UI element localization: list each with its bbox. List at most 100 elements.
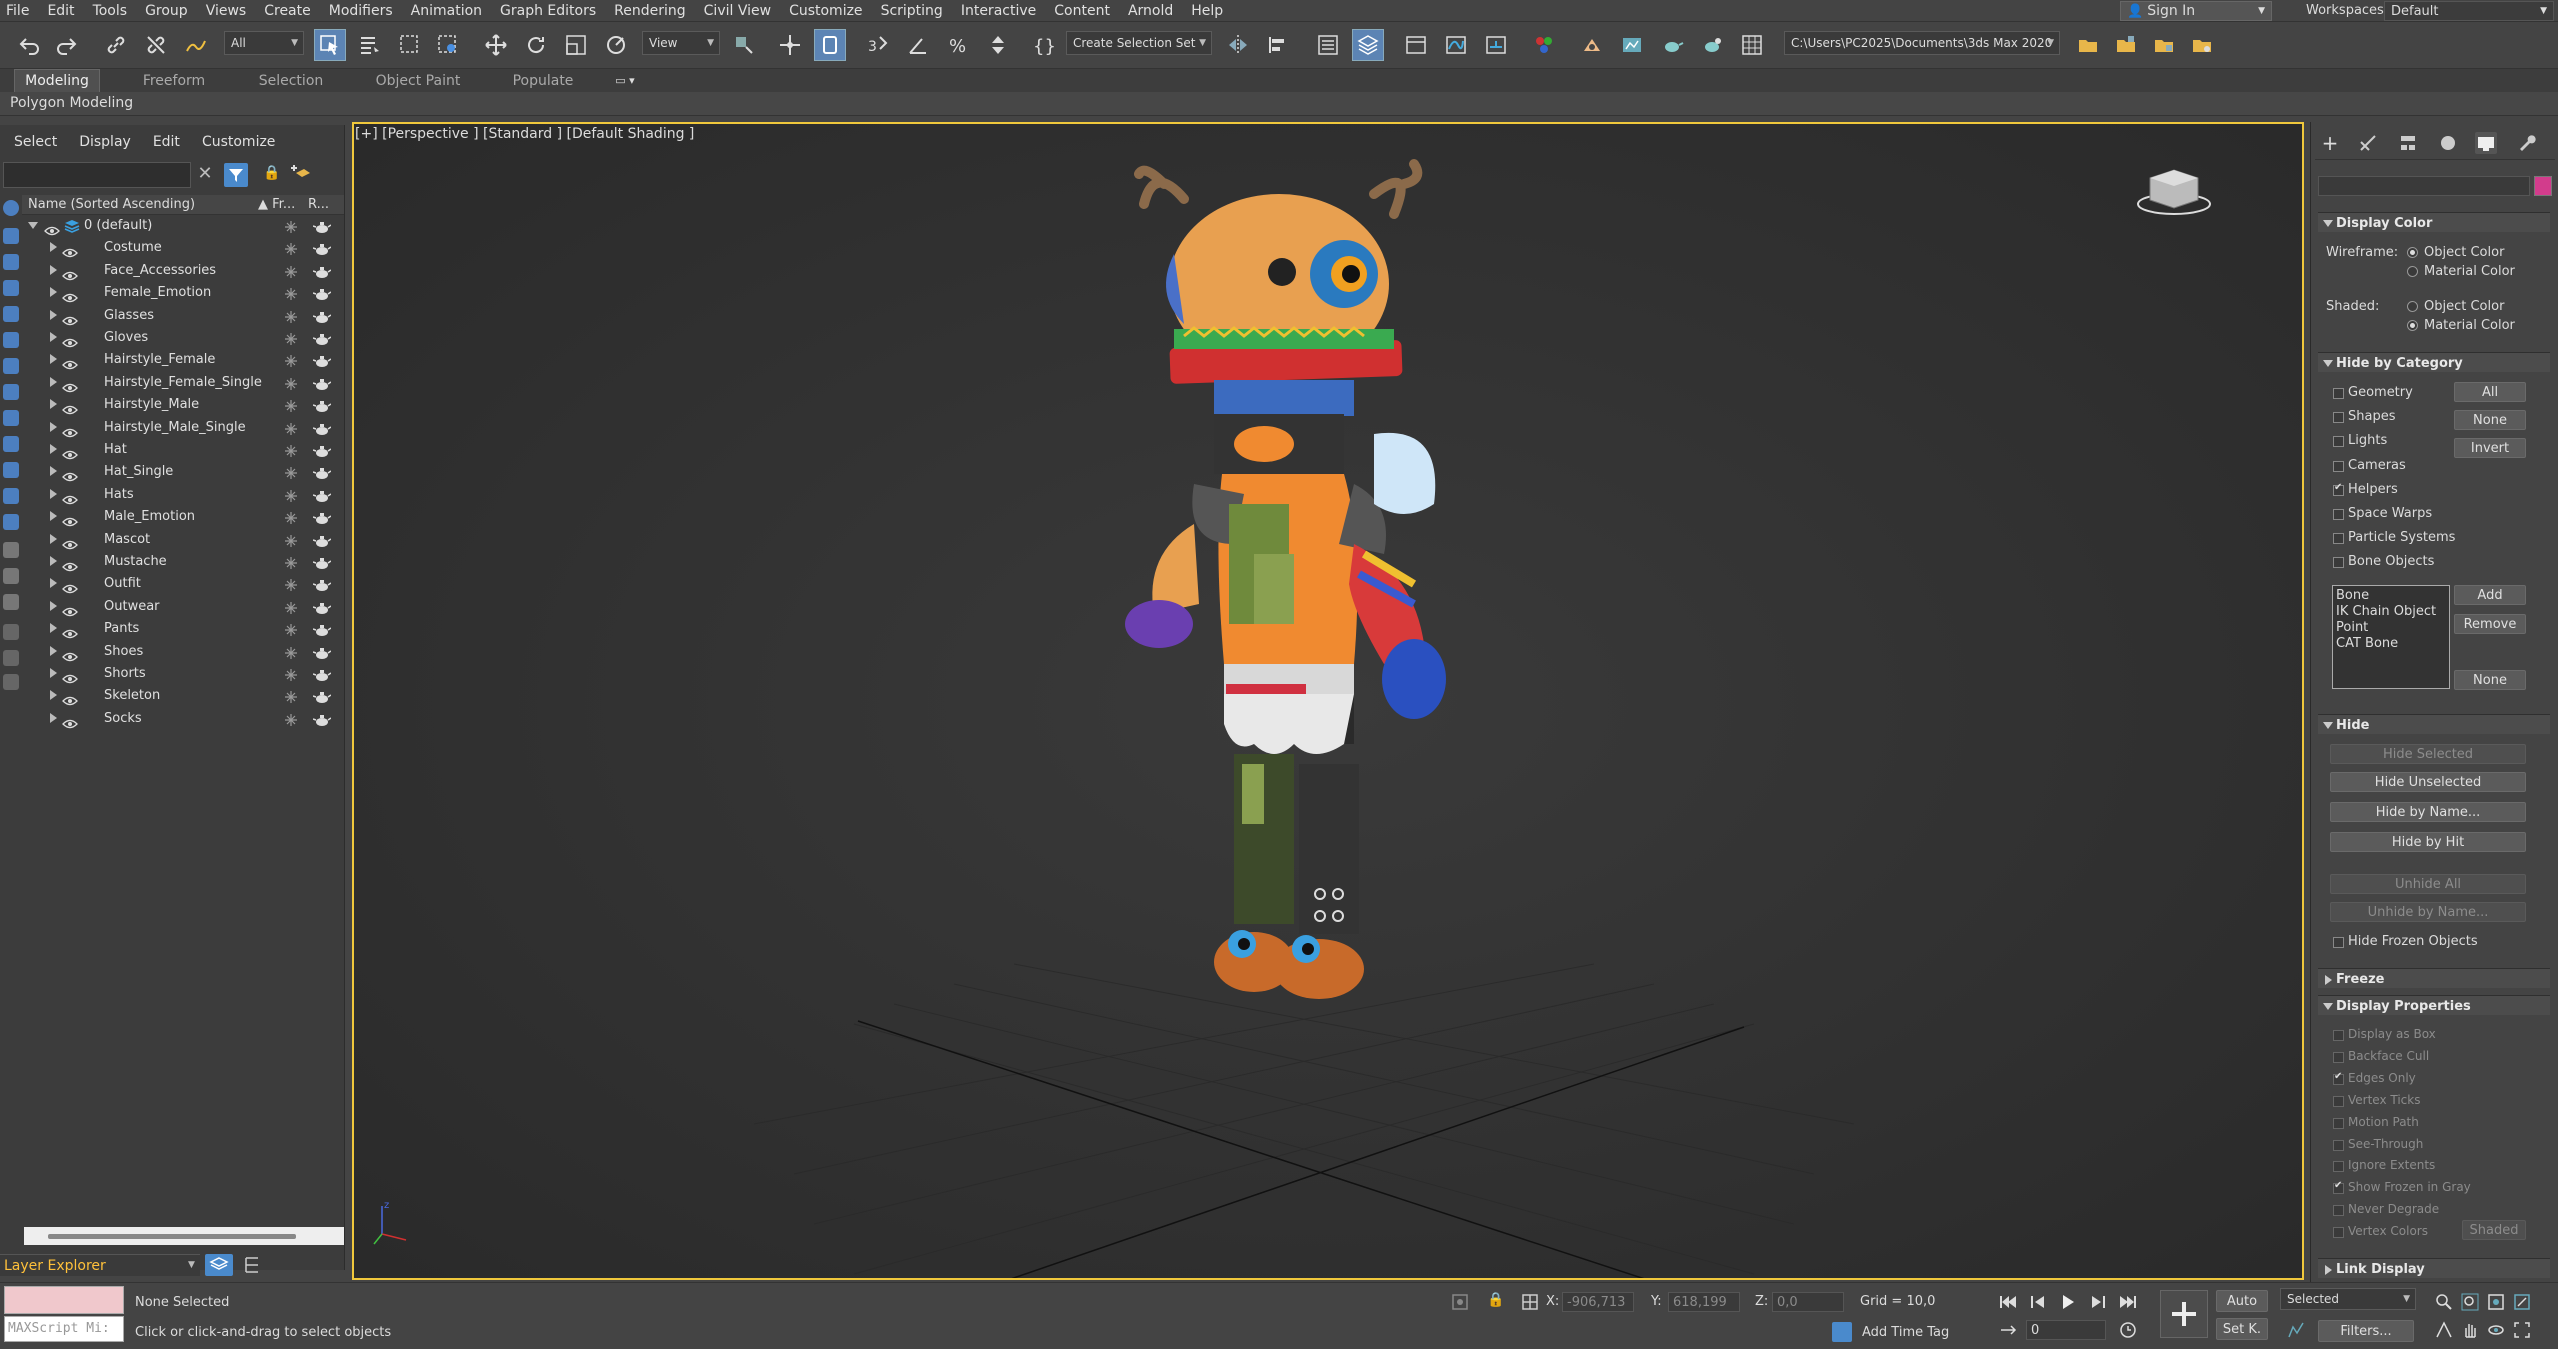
set-key-button[interactable] [2160, 1290, 2208, 1338]
display-tab-icon[interactable] [2475, 132, 2497, 154]
auto-key-button[interactable]: Auto [2216, 1290, 2268, 1312]
expand-arrow-icon[interactable] [50, 309, 57, 320]
render-production-button[interactable] [1656, 29, 1688, 61]
lights-filter-icon[interactable] [3, 280, 19, 296]
sign-in-dropdown[interactable]: 👤 Sign In ▼ [2120, 1, 2272, 21]
add-time-tag-icon[interactable] [1832, 1322, 1852, 1342]
set-key-mode-button[interactable]: Set K. [2216, 1318, 2268, 1340]
hide-unselected-button[interactable]: Hide Unselected [2330, 772, 2526, 792]
utilities-tab-wrench-icon[interactable] [2515, 132, 2537, 154]
expand-arrow-icon[interactable] [50, 556, 57, 566]
category-checkbox-cameras[interactable] [2333, 460, 2344, 472]
display-prop-checkbox-edges-only[interactable] [2333, 1071, 2344, 1085]
freeze-snowflake-icon[interactable] [284, 241, 298, 256]
menu-tools[interactable]: Tools [84, 0, 137, 22]
project-folder-button[interactable] [2072, 29, 2104, 61]
category-listbox[interactable]: Bone IK Chain Object Point CAT Bone [2332, 585, 2450, 689]
display-prop-checkbox-vertex-colors[interactable] [2333, 1227, 2344, 1239]
menu-modifiers[interactable]: Modifiers [320, 0, 402, 22]
table-row[interactable]: Socks [22, 708, 344, 730]
mirror-button[interactable] [1222, 29, 1254, 61]
freeze-snowflake-icon[interactable] [284, 555, 298, 569]
vertex-colors-shaded-button[interactable]: Shaded [2462, 1220, 2526, 1240]
expand-arrow-icon[interactable] [50, 668, 57, 678]
renderable-teapot-icon[interactable] [312, 241, 332, 256]
display-all-icon[interactable] [3, 200, 19, 216]
shaded-object-color-label[interactable]: Object Color [2424, 299, 2504, 314]
undo-button[interactable] [14, 29, 46, 61]
freeze-snowflake-icon[interactable] [284, 533, 298, 547]
display-prop-checkbox-see-through[interactable] [2333, 1139, 2344, 1151]
menu-civil-view[interactable]: Civil View [695, 0, 780, 22]
isolate-selection-icon[interactable] [1450, 1292, 1470, 1312]
move-button[interactable] [480, 29, 512, 61]
render-in-cloud-button[interactable] [1696, 29, 1728, 61]
display-prop-label[interactable]: Display as Box [2348, 1027, 2436, 1041]
display-prop-label[interactable]: Edges Only [2348, 1071, 2416, 1085]
column-render-header[interactable]: R... [308, 197, 329, 212]
render-setup-button[interactable] [1576, 29, 1608, 61]
select-manipulate-button[interactable] [774, 29, 806, 61]
add-time-tag-label[interactable]: Add Time Tag [1862, 1325, 1949, 1340]
placement-button[interactable] [600, 29, 632, 61]
modify-tab-icon[interactable] [2357, 132, 2379, 154]
renderable-teapot-icon[interactable] [312, 465, 332, 480]
render-shortcuts-button[interactable] [1736, 29, 1768, 61]
space-warps-filter-icon[interactable] [3, 358, 19, 374]
display-prop-checkbox-show-frozen-in-gray[interactable] [2333, 1180, 2344, 1195]
menu-create[interactable]: Create [255, 0, 320, 22]
renderable-teapot-icon[interactable] [312, 622, 332, 637]
display-children-icon[interactable] [3, 542, 19, 558]
renderable-teapot-icon[interactable] [312, 264, 332, 278]
table-row[interactable]: Face_Accessories [22, 260, 344, 282]
object-name-field[interactable] [2318, 176, 2530, 196]
link-display-rollout[interactable]: Link Display [2318, 1258, 2550, 1278]
select-dependents-icon[interactable] [3, 624, 19, 640]
link-button[interactable] [100, 29, 132, 61]
renderable-teapot-icon[interactable] [312, 443, 332, 457]
redo-button[interactable] [50, 29, 82, 61]
expand-arrow-icon[interactable] [50, 466, 57, 477]
maximize-viewport-icon[interactable] [2510, 1318, 2534, 1342]
sort-by-hierarchy-button[interactable] [238, 1254, 266, 1276]
table-row[interactable]: Female_Emotion [22, 282, 344, 304]
unhide-by-name-button[interactable]: Unhide by Name... [2330, 902, 2526, 922]
hide-frozen-checkbox[interactable] [2333, 937, 2344, 948]
xrefs-filter-icon[interactable] [3, 410, 19, 426]
select-by-name-button[interactable] [354, 29, 386, 61]
ribbon-options-button[interactable]: ▭ ▾ [608, 69, 642, 92]
create-layer-button[interactable] [290, 163, 312, 185]
renderable-teapot-icon[interactable] [312, 219, 332, 233]
display-prop-label[interactable]: Motion Path [2348, 1115, 2419, 1129]
bind-space-warp-button[interactable] [180, 29, 212, 61]
list-item[interactable]: Point [2336, 620, 2446, 636]
scale-button[interactable] [560, 29, 592, 61]
renderable-teapot-icon[interactable] [312, 555, 332, 569]
menu-views[interactable]: Views [197, 0, 256, 22]
material-editor-button[interactable] [1528, 29, 1560, 61]
renderable-teapot-icon[interactable] [312, 533, 332, 547]
column-name-header[interactable]: Name (Sorted Ascending) [28, 197, 195, 212]
display-prop-label[interactable]: Show Frozen in Gray [2348, 1180, 2471, 1194]
containers-filter-icon[interactable] [3, 462, 19, 478]
unlink-button[interactable] [140, 29, 172, 61]
renderable-teapot-icon[interactable] [312, 421, 332, 435]
freeze-snowflake-icon[interactable] [284, 264, 298, 278]
explorer-menu-edit[interactable]: Edit [153, 134, 180, 150]
renderable-teapot-icon[interactable] [312, 510, 332, 525]
maxscript-listener-output[interactable] [4, 1286, 124, 1314]
menu-interactive[interactable]: Interactive [952, 0, 1045, 22]
next-frame-button[interactable] [2086, 1290, 2110, 1314]
display-prop-label[interactable]: Vertex Ticks [2348, 1093, 2420, 1107]
object-color-swatch[interactable] [2534, 176, 2552, 196]
expand-arrow-icon[interactable] [50, 287, 57, 298]
expand-arrow-icon[interactable] [50, 712, 57, 723]
expand-arrow-icon[interactable] [50, 578, 57, 589]
list-item[interactable]: IK Chain Object [2336, 604, 2446, 620]
renderable-teapot-icon[interactable] [312, 667, 332, 681]
hierarchy-tab-icon[interactable] [2397, 132, 2419, 154]
expand-arrow-icon[interactable] [50, 690, 57, 701]
explorer-menu-select[interactable]: Select [14, 134, 57, 150]
table-row[interactable]: Hairstyle_Female_Single [22, 372, 344, 394]
expand-arrow-icon[interactable] [50, 533, 57, 544]
